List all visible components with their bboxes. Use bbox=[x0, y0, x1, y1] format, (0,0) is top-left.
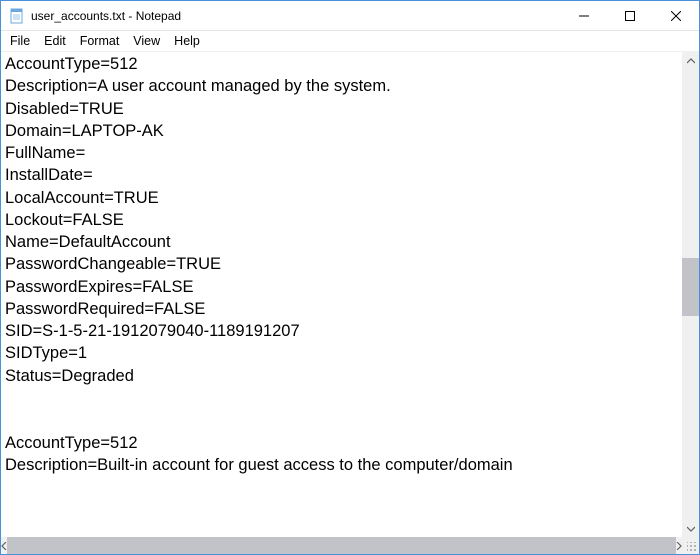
menubar: File Edit Format View Help bbox=[1, 31, 699, 52]
vscroll-track[interactable] bbox=[682, 69, 699, 520]
window-title: user_accounts.txt - Notepad bbox=[31, 9, 181, 23]
notepad-icon bbox=[9, 8, 25, 24]
scroll-up-button[interactable] bbox=[682, 52, 699, 69]
hscroll-row bbox=[1, 537, 699, 554]
vscroll-thumb[interactable] bbox=[682, 258, 699, 316]
minimize-button[interactable] bbox=[561, 1, 607, 31]
menu-help[interactable]: Help bbox=[167, 33, 207, 49]
menu-format[interactable]: Format bbox=[73, 33, 127, 49]
maximize-button[interactable] bbox=[607, 1, 653, 31]
scroll-down-button[interactable] bbox=[682, 520, 699, 537]
hscroll-track[interactable] bbox=[7, 537, 676, 554]
editor-area: AccountType=512 Description=A user accou… bbox=[1, 52, 699, 537]
resize-grip[interactable] bbox=[682, 537, 699, 554]
menu-file[interactable]: File bbox=[3, 33, 37, 49]
hscroll-thumb[interactable] bbox=[7, 537, 676, 554]
close-button[interactable] bbox=[653, 1, 699, 31]
menu-view[interactable]: View bbox=[126, 33, 167, 49]
menu-edit[interactable]: Edit bbox=[37, 33, 73, 49]
grip-icon bbox=[687, 542, 697, 552]
vertical-scrollbar[interactable] bbox=[682, 52, 699, 537]
titlebar[interactable]: user_accounts.txt - Notepad bbox=[1, 1, 699, 31]
horizontal-scrollbar[interactable] bbox=[1, 537, 682, 554]
text-content[interactable]: AccountType=512 Description=A user accou… bbox=[1, 52, 682, 537]
